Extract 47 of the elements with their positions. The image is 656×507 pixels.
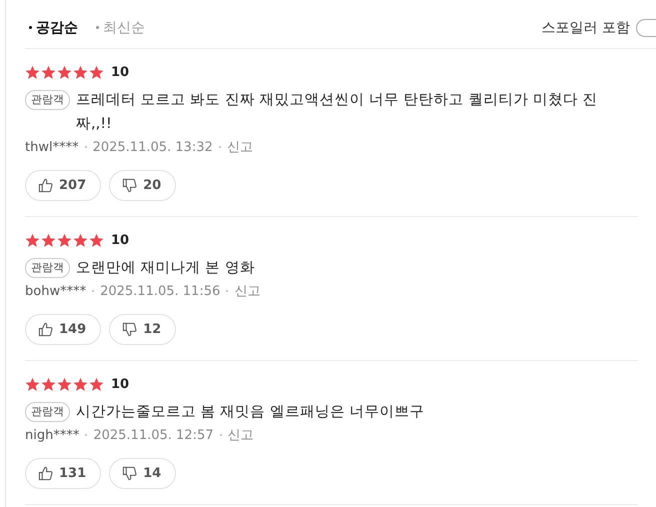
report-link[interactable]: 신고 (234, 282, 260, 300)
star-icon (89, 233, 104, 248)
review-date: 2025.11.05. 12:57 (93, 428, 214, 442)
dislike-button[interactable]: 12 (109, 314, 176, 345)
star-icon (73, 65, 88, 80)
report-link[interactable]: 신고 (226, 138, 253, 156)
dislike-button[interactable]: 14 (109, 458, 176, 489)
viewer-badge: 관람객 (25, 258, 70, 278)
thumbs-down-icon (122, 466, 138, 481)
star-icon (25, 377, 40, 392)
review-text: 시간가는줄모르고 봄 재밋음 엘르패닝은 너무이쁘구 (76, 403, 426, 422)
sort-tab[interactable]: 공감순 (29, 18, 78, 36)
like-button[interactable]: 207 (25, 170, 102, 201)
review-date: 2025.11.05. 11:56 (100, 284, 220, 298)
report-link[interactable]: 신고 (228, 426, 254, 444)
dislike-button[interactable]: 20 (109, 170, 176, 201)
rating-score: 10 (111, 65, 130, 80)
review-text: 프레데터 모르고 봐도 진짜 재밌고액션씬이 너무 탄탄하고 퀄리티가 미쳤다 진짜,,!! (76, 91, 598, 134)
user-name: nigh**** (25, 428, 80, 442)
review-text: 오랜만에 재미나게 본 영화 (76, 259, 256, 278)
star-icon (41, 377, 56, 392)
star-icon (73, 233, 88, 248)
spoiler-label: 스포일러 포함 (542, 18, 630, 36)
thumbs-up-icon (38, 322, 53, 337)
rating-score: 10 (111, 377, 130, 392)
rating-score: 10 (111, 233, 130, 248)
viewer-badge: 관람객 (25, 402, 70, 422)
star-icon (25, 65, 40, 80)
star-icon (57, 233, 72, 248)
star-icon (73, 377, 88, 392)
review-date: 2025.11.05. 13:32 (92, 140, 213, 154)
user-name: bohw**** (25, 284, 86, 298)
star-icon (41, 65, 56, 80)
viewer-badge: 관람객 (25, 90, 70, 110)
star-icon (89, 377, 104, 392)
user-name: thwl**** (25, 140, 79, 154)
star-icon (57, 65, 72, 80)
star-icon (25, 233, 40, 248)
thumbs-down-icon (122, 322, 138, 337)
thumbs-down-icon (122, 178, 138, 193)
like-button[interactable]: 131 (25, 458, 102, 489)
star-icon (41, 233, 56, 248)
star-icon (57, 377, 72, 392)
like-button[interactable]: 149 (25, 314, 102, 345)
thumbs-up-icon (38, 466, 53, 481)
star-icon (89, 65, 104, 80)
thumbs-up-icon (38, 178, 53, 193)
